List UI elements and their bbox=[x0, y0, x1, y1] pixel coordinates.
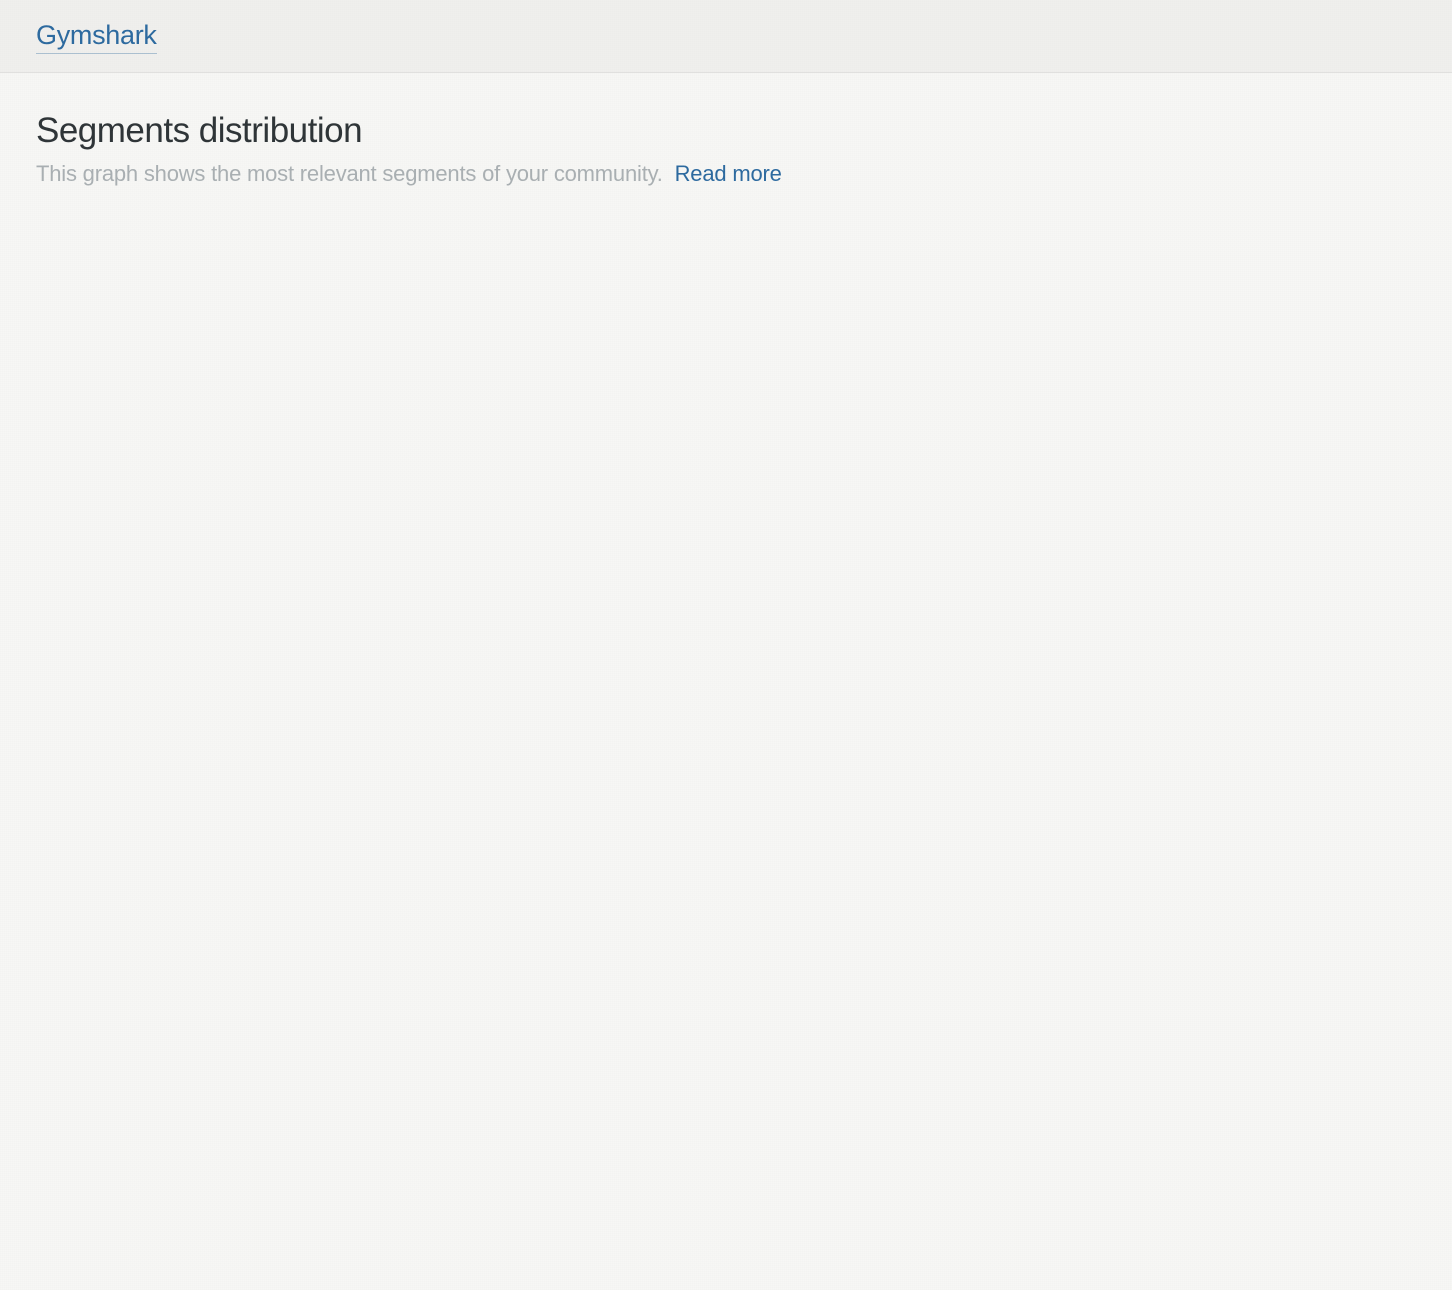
read-more-link[interactable]: Read more bbox=[675, 161, 782, 186]
main-content: Segments distribution This graph shows t… bbox=[0, 73, 1452, 1155]
description-text: This graph shows the most relevant segme… bbox=[36, 161, 663, 186]
header-bar: Gymshark bbox=[0, 0, 1452, 73]
graph-area bbox=[36, 217, 1416, 1117]
page-title: Segments distribution bbox=[36, 111, 1416, 151]
page-description: This graph shows the most relevant segme… bbox=[36, 161, 1416, 187]
brand-link[interactable]: Gymshark bbox=[36, 20, 157, 54]
